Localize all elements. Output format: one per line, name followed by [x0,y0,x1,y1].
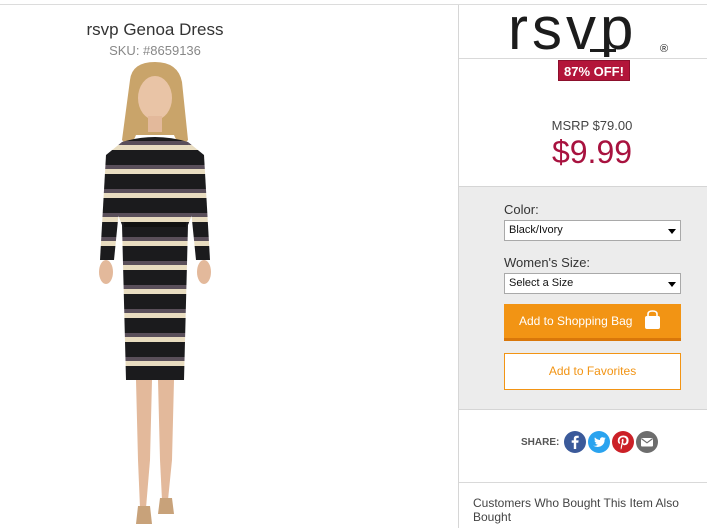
color-select[interactable]: Black/Ivory [504,220,681,241]
size-select[interactable]: Select a Size [504,273,681,294]
size-select-value: Select a Size [509,277,574,289]
chevron-down-icon [668,229,676,234]
product-photo[interactable] [70,60,240,528]
chevron-down-icon [668,282,676,287]
brand-logo[interactable]: rsvp ® [506,5,676,57]
sale-price: $9.99 [551,134,633,170]
share-bar: SHARE: [459,411,707,483]
pinterest-icon[interactable] [612,431,634,453]
twitter-icon[interactable] [588,431,610,453]
color-label: Color: [504,202,539,217]
also-bought-heading: Customers Who Bought This Item Also Boug… [473,496,679,524]
discount-badge: 87% OFF! [558,60,630,81]
add-to-bag-label: Add to Shopping Bag [519,314,633,328]
size-label: Women's Size: [504,255,591,270]
add-to-bag-button[interactable]: Add to Shopping Bag [504,304,681,341]
color-select-value: Black/Ivory [509,224,563,236]
purchase-panel: rsvp ® 87% OFF! MSRP $79.00 $9.99 Color:… [458,5,707,528]
facebook-icon[interactable] [564,431,586,453]
options-box: Color: Black/Ivory Women's Size: Select … [459,186,707,410]
product-image-area: rsvp Genoa Dress SKU: #8659136 [0,5,458,528]
svg-text:®: ® [660,43,668,55]
share-label: SHARE: [521,437,560,448]
msrp-price: MSRP $79.00 [551,118,633,133]
svg-text:rsvp: rsvp [508,5,637,57]
product-sku: SKU: #8659136 [109,43,201,58]
add-to-favorites-button[interactable]: Add to Favorites [504,353,681,390]
product-title: rsvp Genoa Dress [86,20,224,39]
email-icon[interactable] [636,431,658,453]
shopping-bag-icon [645,310,660,329]
brand-box: rsvp ® [459,5,707,59]
